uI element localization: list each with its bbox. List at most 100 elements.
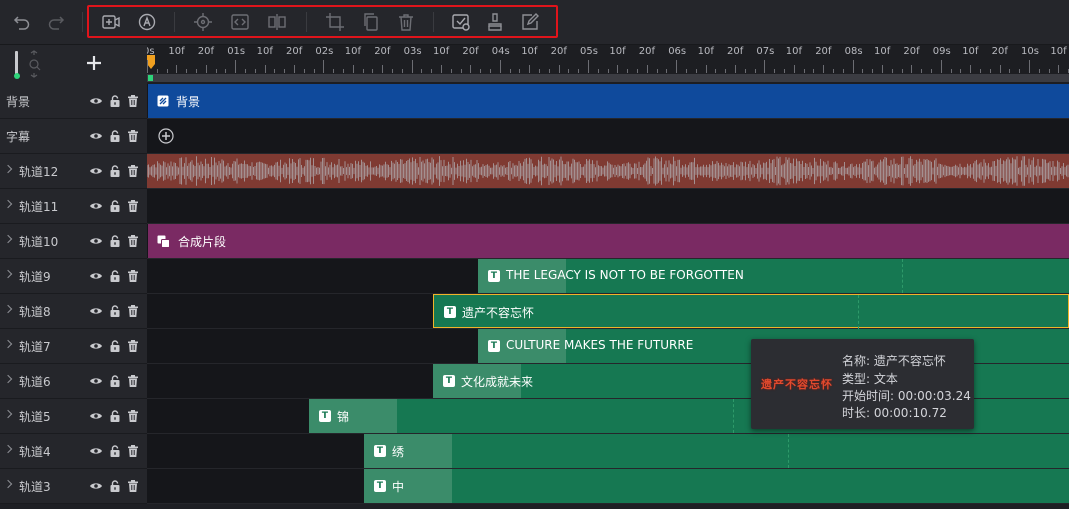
lock-icon[interactable]	[108, 444, 122, 458]
eye-icon[interactable]	[89, 409, 103, 423]
chevron-right-icon[interactable]	[3, 304, 13, 314]
trash-icon[interactable]	[126, 269, 140, 283]
trash-icon[interactable]	[126, 199, 140, 213]
ruler-label: 01s	[227, 46, 246, 57]
auto-caption-icon[interactable]	[135, 10, 159, 34]
eye-icon[interactable]	[89, 234, 103, 248]
eye-icon[interactable]	[89, 374, 103, 388]
track-lane[interactable]: T中	[147, 469, 1069, 504]
trash-icon[interactable]	[126, 339, 140, 353]
text-clip[interactable]: T绣	[364, 434, 1069, 468]
ruler-tick	[176, 65, 178, 73]
lock-icon[interactable]	[108, 409, 122, 423]
add-subtitle-icon[interactable]	[158, 128, 174, 148]
clip-label: 绣	[392, 445, 405, 459]
track-lane[interactable]	[147, 154, 1069, 189]
ruler-minor-tick	[784, 69, 785, 73]
timeline-ruler[interactable]: 0s 10f 20f 01s 10f 20f 02s 10f 20f 03s 10f 20f 04s 10…	[147, 45, 1069, 84]
playhead-icon[interactable]	[147, 55, 156, 82]
lock-icon[interactable]	[108, 199, 122, 213]
lock-icon[interactable]	[108, 304, 122, 318]
eye-icon[interactable]	[89, 129, 103, 143]
chevron-right-icon[interactable]	[3, 339, 13, 349]
edit-icon[interactable]	[518, 10, 542, 34]
text-clip[interactable]: T THE LEGACY IS NOT TO BE FORGOTTEN	[478, 259, 1069, 293]
ruler-tick	[382, 65, 384, 73]
preview-check-icon[interactable]	[449, 10, 473, 34]
trash-icon[interactable]	[126, 409, 140, 423]
chevron-right-icon[interactable]	[3, 234, 13, 244]
eye-icon[interactable]	[89, 94, 103, 108]
chevron-right-icon[interactable]	[3, 479, 13, 489]
zoom-handle[interactable]	[14, 73, 20, 79]
trash-icon[interactable]	[126, 304, 140, 318]
split-icon[interactable]	[265, 10, 289, 34]
track-lane[interactable]: 合成片段	[147, 224, 1069, 259]
code-icon[interactable]	[228, 10, 252, 34]
eye-icon[interactable]	[89, 304, 103, 318]
delete-icon[interactable]	[394, 10, 418, 34]
text-clip-icon: T	[444, 306, 456, 318]
ruler-tick	[646, 65, 648, 73]
eye-icon[interactable]	[89, 339, 103, 353]
track-lane[interactable]: T THE LEGACY IS NOT TO BE FORGOTTEN	[147, 259, 1069, 294]
tooltip-start: 开始时间: 00:00:03.24	[842, 389, 971, 403]
ruler-scrubber-bar[interactable]	[147, 74, 1069, 82]
ruler-label: 20f	[638, 46, 656, 57]
chevron-right-icon[interactable]	[3, 409, 13, 419]
lock-icon[interactable]	[108, 339, 122, 353]
trash-icon[interactable]	[126, 164, 140, 178]
lock-icon[interactable]	[108, 164, 122, 178]
lock-icon[interactable]	[108, 269, 122, 283]
redo-icon[interactable]	[44, 10, 68, 34]
locate-icon[interactable]	[191, 10, 215, 34]
eye-icon[interactable]	[89, 269, 103, 283]
ruler-minor-tick	[156, 69, 158, 73]
chevron-right-icon[interactable]	[3, 164, 13, 174]
add-track-button[interactable]	[84, 53, 104, 73]
eye-icon[interactable]	[89, 164, 103, 178]
undo-icon[interactable]	[10, 10, 34, 34]
background-clip[interactable]: 背景	[148, 84, 1069, 118]
lock-icon[interactable]	[108, 234, 122, 248]
composite-clip[interactable]: 合成片段	[148, 224, 1069, 258]
crop-icon[interactable]	[323, 10, 347, 34]
lock-icon[interactable]	[108, 94, 122, 108]
track-lane[interactable]: T绣	[147, 434, 1069, 469]
copy-icon[interactable]	[359, 10, 383, 34]
chevron-right-icon[interactable]	[3, 199, 13, 209]
ruler-minor-tick	[480, 69, 482, 73]
chevron-right-icon[interactable]	[3, 269, 13, 279]
ruler-minor-tick	[774, 69, 776, 73]
lock-icon[interactable]	[108, 479, 122, 493]
clip-keyframe-line	[902, 259, 903, 293]
eye-icon[interactable]	[89, 199, 103, 213]
audio-clip[interactable]	[147, 154, 1069, 188]
track-header: 轨道6	[0, 364, 147, 399]
eye-icon[interactable]	[89, 444, 103, 458]
eye-icon[interactable]	[89, 479, 103, 493]
trash-icon[interactable]	[126, 374, 140, 388]
chevron-right-icon[interactable]	[3, 374, 13, 384]
ruler-minor-tick	[450, 69, 452, 73]
track-lane[interactable]: T 遗产不容忘怀	[147, 294, 1069, 329]
track-row: 轨道9 T THE LEGACY IS NOT TO BE FORGOTTEN	[0, 259, 1069, 294]
add-media-icon[interactable]	[99, 10, 123, 34]
trash-icon[interactable]	[126, 129, 140, 143]
trash-icon[interactable]	[126, 479, 140, 493]
chevron-right-icon[interactable]	[3, 444, 13, 454]
track-name: 背景	[6, 95, 31, 109]
text-clip-icon: T	[443, 375, 455, 387]
track-lane[interactable]	[147, 189, 1069, 224]
text-clip[interactable]: T中	[364, 469, 1069, 503]
lock-icon[interactable]	[108, 374, 122, 388]
trash-icon[interactable]	[126, 444, 140, 458]
trash-icon[interactable]	[126, 94, 140, 108]
text-clip[interactable]: T 遗产不容忘怀	[433, 294, 1069, 329]
track-lane[interactable]: 背景	[147, 84, 1069, 119]
zoom-fit-icon[interactable]	[26, 50, 42, 78]
brush-icon[interactable]	[483, 10, 507, 34]
lock-icon[interactable]	[108, 129, 122, 143]
trash-icon[interactable]	[126, 234, 140, 248]
track-lane[interactable]	[147, 119, 1069, 154]
